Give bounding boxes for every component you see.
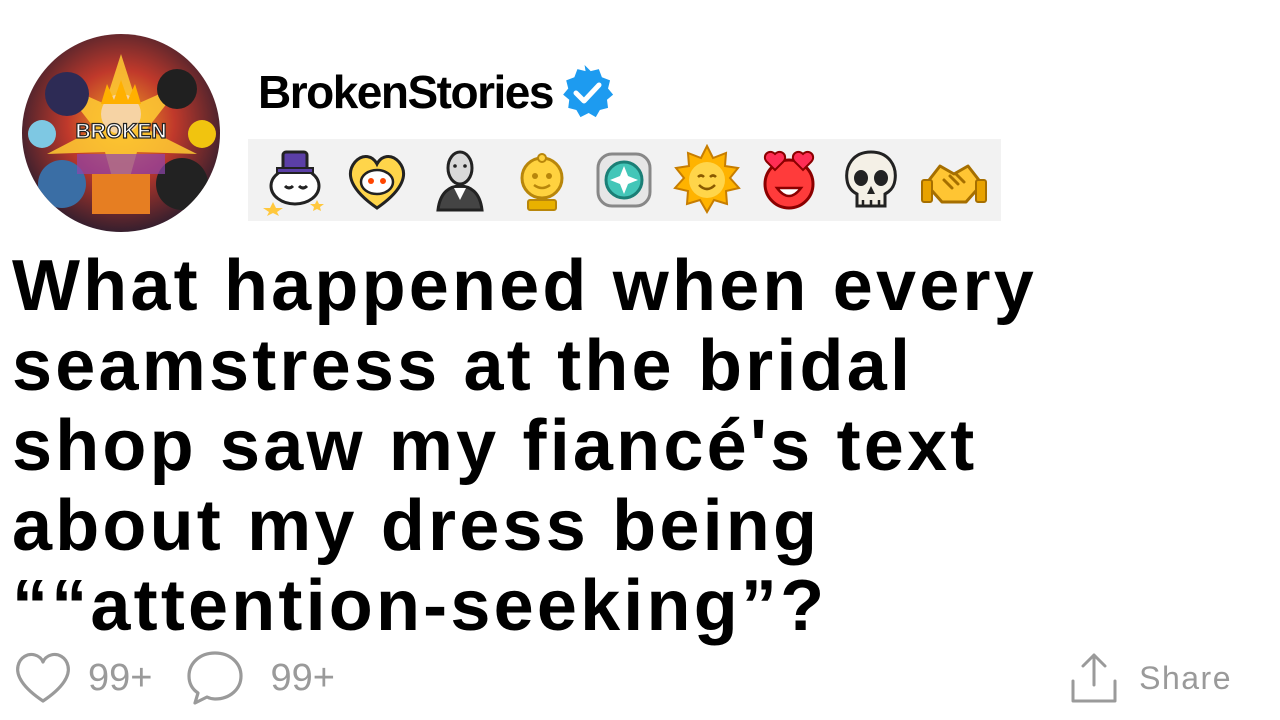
share-button[interactable]: Share [1069, 651, 1232, 705]
handshake-award-icon[interactable] [918, 144, 990, 216]
bust-statue-award-icon[interactable] [424, 144, 496, 216]
gem-award-icon[interactable] [588, 144, 660, 216]
share-label: Share [1139, 659, 1232, 696]
comment-count: 99+ [270, 656, 335, 699]
share-upload-icon [1071, 653, 1117, 703]
heart-icon [16, 652, 70, 703]
username[interactable]: BrokenStories [258, 69, 554, 115]
title-line: about my dress being [12, 486, 821, 566]
title-line: ““attention-seeking”? [12, 566, 828, 646]
title-line: shop saw my fiancé's text [12, 406, 978, 486]
comment-button[interactable]: 99+ [184, 647, 335, 709]
title-line: What happened when every [12, 246, 1037, 326]
avatar-badge-text: BROKEN [75, 120, 166, 143]
comment-bubble-icon [187, 651, 244, 705]
post-card: BROKEN BrokenStories What happened when … [0, 0, 1280, 720]
post-title: What happened when every seamstress at t… [12, 246, 1268, 646]
heart-snoo-award-icon[interactable] [341, 144, 413, 216]
skull-award-icon[interactable] [835, 144, 907, 216]
awards-strip [248, 139, 1001, 221]
like-button[interactable]: 99+ [12, 647, 184, 709]
title-line: seamstress at the bridal [12, 326, 914, 406]
verified-badge-icon [563, 65, 614, 118]
gold-snoo-award-icon[interactable] [506, 144, 578, 216]
sun-face-award-icon[interactable] [671, 144, 743, 216]
username-row: BrokenStories [258, 62, 615, 122]
action-bar: 99+ 99+ Share [12, 645, 1268, 711]
sleepy-star-award-icon[interactable] [259, 144, 331, 216]
heart-eyes-award-icon[interactable] [753, 144, 825, 216]
like-count: 99+ [88, 656, 153, 699]
avatar[interactable]: BROKEN [22, 34, 220, 232]
